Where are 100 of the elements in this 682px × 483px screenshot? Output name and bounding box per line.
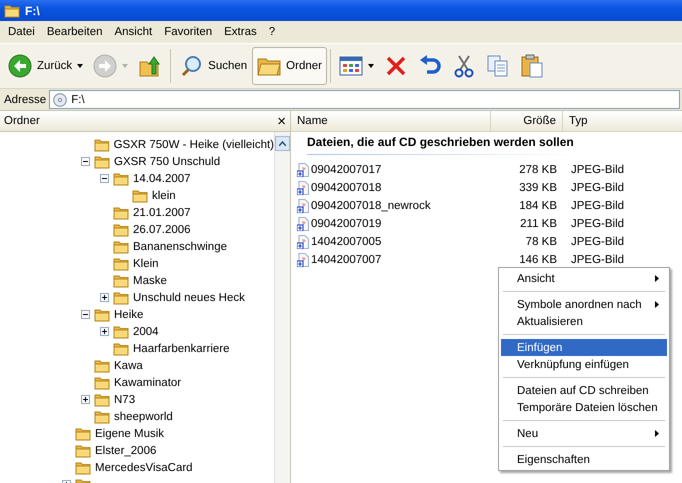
context-menu-item[interactable]: Eigenschaften	[501, 451, 667, 468]
address-label: Adresse	[4, 94, 46, 106]
image-file-icon	[297, 163, 309, 177]
context-menu-item[interactable]: Temporäre Dateien löschen	[501, 399, 667, 416]
collapse-icon[interactable]	[81, 310, 90, 319]
folder-name: GSXR 750W - Heike (vielleicht)	[114, 138, 274, 150]
scissors-icon	[452, 54, 476, 78]
file-type: JPEG-Bild	[570, 164, 624, 176]
collapse-icon[interactable]	[81, 157, 90, 166]
image-file-icon	[297, 235, 309, 249]
folder-icon	[113, 290, 129, 304]
folder-name: Kawaminator	[114, 376, 182, 388]
context-menu-item[interactable]: Verknüpfung einfügen	[501, 356, 667, 373]
file-size: 146 KB	[518, 254, 558, 266]
expand-icon[interactable]	[81, 395, 90, 404]
menu-item[interactable]: Ansicht	[108, 24, 158, 40]
folder-icon	[113, 274, 129, 288]
context-menu-item[interactable]: Neu	[501, 425, 667, 442]
folder-name: klein	[152, 190, 176, 202]
file-name[interactable]: 14042007005	[311, 236, 382, 248]
folder-name: 26.07.2006	[133, 224, 191, 236]
folder-icon	[113, 256, 129, 270]
folder-name: N73	[114, 394, 136, 406]
folder-name: Elster_2006	[95, 444, 156, 456]
close-button[interactable]: ×	[277, 112, 286, 130]
folder-name: MercedesVisaCard	[95, 462, 193, 474]
file-type: JPEG-Bild	[570, 200, 624, 212]
folder-name: GXSR 750 Unschuld	[114, 156, 220, 168]
pane-title: Ordner	[4, 115, 40, 127]
context-menu-item[interactable]: Ansicht	[501, 270, 667, 287]
context-menu-item[interactable]: Aktualisieren	[501, 313, 667, 330]
image-file-icon	[297, 217, 309, 231]
window-title: F:\	[25, 4, 40, 18]
folder-icon	[75, 426, 91, 440]
menu-item[interactable]: ?	[262, 24, 282, 40]
collapse-icon[interactable]	[100, 174, 109, 183]
file-size: 184 KB	[518, 200, 558, 212]
scroll-up-icon[interactable]	[275, 136, 290, 151]
folder-icon	[75, 444, 91, 458]
folder-name: 14.04.2007	[133, 172, 191, 184]
file-name[interactable]: 14042007007	[311, 254, 382, 266]
expand-icon[interactable]	[100, 327, 109, 336]
file-type: JPEG-Bild	[570, 182, 624, 194]
folder-name: Kawa	[114, 360, 143, 372]
file-size: 278 KB	[518, 164, 558, 176]
folder-icon	[75, 460, 91, 474]
search-button[interactable]: Suchen	[174, 47, 252, 85]
scrollbar[interactable]	[274, 132, 290, 483]
copy-icon	[486, 54, 510, 78]
cd-icon	[53, 92, 68, 106]
folder-icon	[113, 206, 129, 220]
folder-name: 21.01.2007	[133, 206, 191, 218]
folder-icon	[132, 188, 148, 202]
folders-button[interactable]: Ordner	[252, 47, 327, 85]
folder-name: Maske	[133, 274, 167, 286]
file-name[interactable]: 09042007018	[311, 182, 382, 194]
folder-up-icon	[138, 54, 162, 78]
image-file-icon	[297, 253, 309, 267]
folder-icon	[94, 392, 110, 406]
context-menu-item[interactable]: Symbole anordnen nach	[501, 296, 667, 313]
menu-item[interactable]: Bearbeiten	[40, 24, 108, 40]
back-button[interactable]: Zurück	[3, 47, 88, 85]
folder-icon	[94, 154, 110, 168]
folder-name: Klein	[133, 258, 159, 270]
column-header[interactable]: Name	[291, 111, 491, 131]
folder-icon	[94, 308, 110, 322]
folder-icon	[113, 240, 129, 254]
folder-name: Bananenschwinge	[133, 240, 227, 252]
folder-icon	[94, 358, 110, 372]
folder-icon	[94, 376, 110, 390]
context-menu-item[interactable]: Einfügen	[501, 339, 667, 356]
menu-item[interactable]: Favoriten	[158, 24, 218, 40]
image-file-icon	[297, 199, 309, 213]
menu-item[interactable]: Datei	[2, 24, 41, 40]
folder-name: sheepworld	[114, 410, 173, 422]
file-size: 78 KB	[524, 236, 558, 248]
file-size: 211 KB	[519, 218, 558, 230]
file-type: JPEG-Bild	[570, 254, 624, 266]
file-name[interactable]: 09042007018_newrock	[311, 200, 431, 212]
folder-name: Unschuld neues Heck	[133, 292, 245, 304]
column-header[interactable]: Größe	[491, 111, 563, 131]
menu-item[interactable]: Extras	[218, 24, 263, 40]
file-name[interactable]: 09042007017	[311, 164, 382, 176]
folder-name: 2004	[133, 326, 159, 338]
folder-icon	[94, 138, 110, 152]
folder-name: Heike	[114, 308, 144, 320]
file-type: JPEG-Bild	[570, 218, 624, 230]
paste-icon	[520, 54, 544, 78]
file-name[interactable]: 09042007019	[311, 218, 382, 230]
folder-icon	[113, 222, 129, 236]
file-type: JPEG-Bild	[570, 236, 624, 248]
group-header: Dateien, die auf CD geschrieben werden sollen	[307, 135, 577, 155]
column-header[interactable]: Typ	[563, 111, 682, 131]
folder-name: Eigene Musik	[95, 428, 164, 440]
context-menu-item[interactable]: Dateien auf CD schreiben	[501, 382, 667, 399]
expand-icon[interactable]	[100, 293, 109, 302]
search-icon	[179, 54, 204, 78]
file-size: 339 KB	[518, 182, 558, 194]
grid-icon	[338, 54, 363, 78]
address-field[interactable]: F:\	[49, 90, 680, 109]
